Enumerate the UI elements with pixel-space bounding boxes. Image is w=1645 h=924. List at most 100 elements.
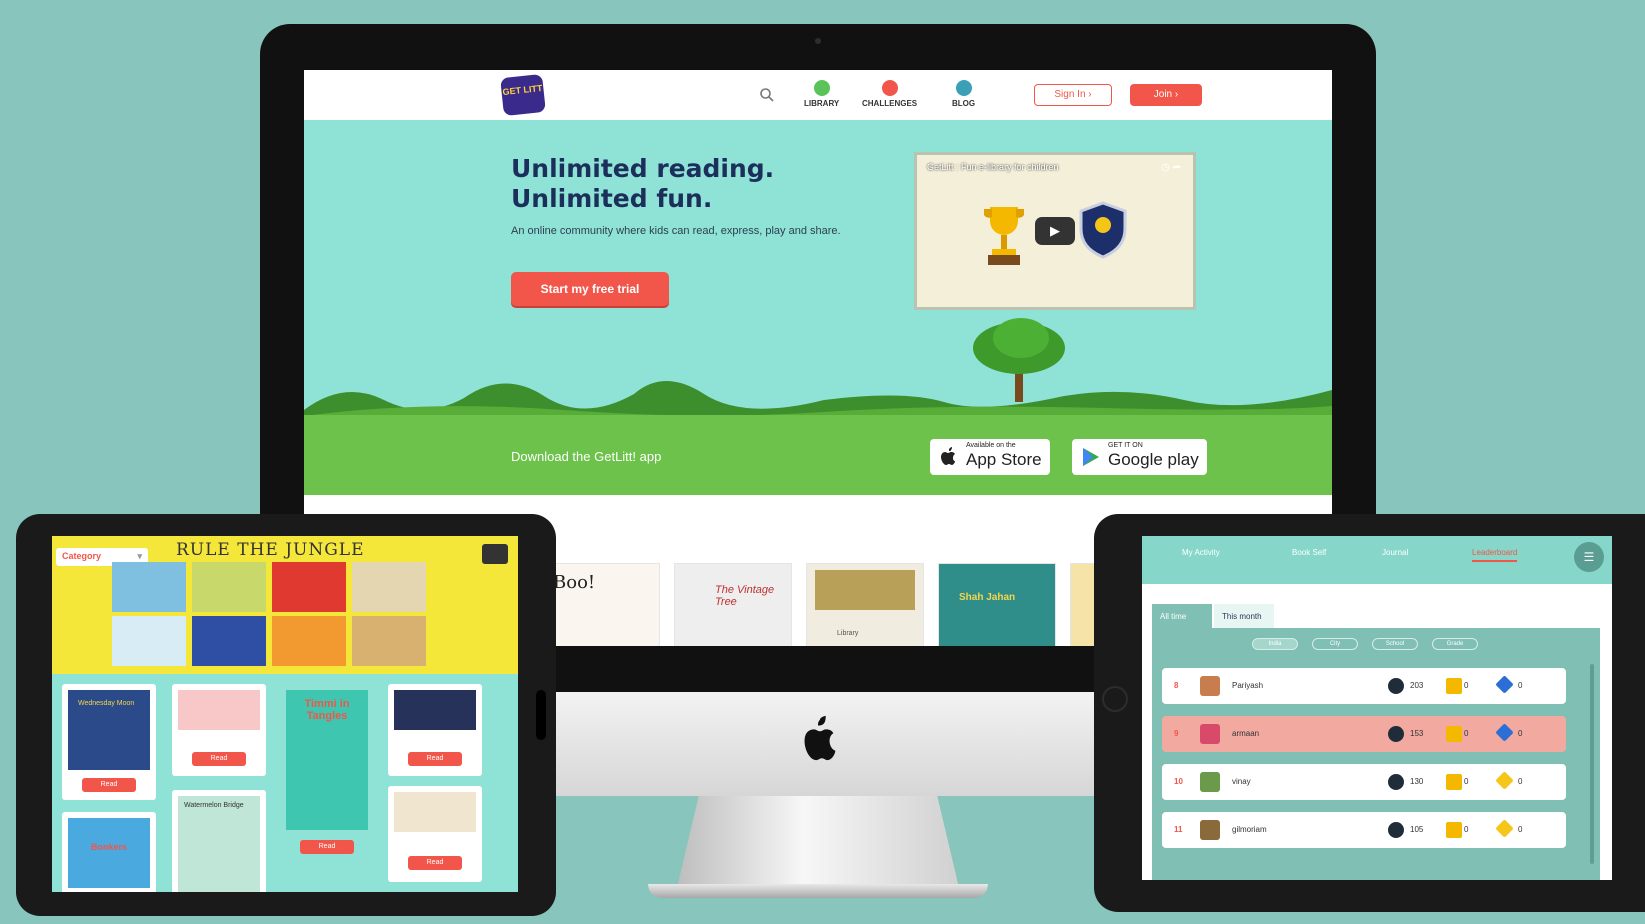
trophy-icon	[984, 207, 1024, 265]
book-cover	[394, 792, 476, 832]
app-store-button[interactable]: Available on the App Store	[930, 439, 1050, 475]
tab-my-activity[interactable]: My Activity	[1182, 548, 1220, 557]
book-card[interactable]: Wednesday Moon Read	[62, 684, 156, 800]
book-card[interactable]: Read	[172, 684, 266, 776]
trophy-icon	[1446, 774, 1462, 790]
book-thumbnail[interactable]	[112, 616, 186, 666]
filter-school[interactable]: School	[1372, 638, 1418, 650]
avatar	[1200, 676, 1220, 696]
gem-icon	[1495, 723, 1514, 742]
points-icon	[1388, 726, 1404, 742]
book-thumbnail[interactable]	[352, 562, 426, 612]
imac-stand	[676, 796, 960, 892]
nav-challenges[interactable]: CHALLENGES	[862, 80, 917, 108]
book-card[interactable]: The Vintage Tree	[674, 563, 792, 646]
avatar	[1200, 724, 1220, 744]
tree-icon	[973, 318, 1065, 402]
book-thumbnail[interactable]	[112, 562, 186, 612]
google-play-icon	[1083, 448, 1099, 466]
book-card[interactable]: Read	[388, 786, 482, 882]
read-button[interactable]: Read	[82, 778, 136, 792]
leaderboard-row[interactable]: 8 Pariyash 203 0 0	[1162, 668, 1566, 704]
tab-leaderboard[interactable]: Leaderboard	[1472, 548, 1518, 562]
book-thumbnail[interactable]	[272, 616, 346, 666]
menu-icon[interactable]: ☰	[1574, 542, 1604, 572]
book-cover	[394, 690, 476, 730]
book-card[interactable]: Boo!	[542, 563, 660, 646]
library-icon	[813, 80, 830, 96]
read-button[interactable]: Read	[408, 752, 462, 766]
points-icon	[1388, 678, 1404, 694]
apple-logo-icon	[804, 715, 836, 761]
scrollbar[interactable]	[1590, 664, 1594, 864]
jungle-banner: Category ▾ RULE THE JUNGLE	[52, 536, 518, 674]
tab-book-self[interactable]: Book Self	[1292, 548, 1326, 557]
points-icon	[1388, 822, 1404, 838]
book-cover	[178, 690, 260, 730]
shield-icon	[1079, 201, 1127, 259]
tab-this-month[interactable]: This month	[1214, 604, 1274, 628]
banner-title: RULE THE JUNGLE	[176, 540, 365, 560]
gem-icon	[1495, 675, 1514, 694]
read-button[interactable]: Read	[192, 752, 246, 766]
free-trial-button[interactable]: Start my free trial	[511, 272, 669, 306]
left-tablet: Category ▾ RULE THE JUNGLE Wednesday Moo…	[16, 514, 556, 916]
book-thumbnail[interactable]	[352, 616, 426, 666]
download-app-text: Download the GetLitt! app	[511, 449, 662, 464]
imac-stand-base	[648, 884, 988, 898]
right-tablet: My Activity Book Self Journal Leaderboar…	[1094, 514, 1645, 912]
landscape-illustration	[304, 381, 1332, 420]
book-card[interactable]: Library	[806, 563, 924, 646]
blog-icon	[955, 80, 972, 96]
search-icon[interactable]	[759, 87, 775, 103]
tab-all-time[interactable]: All time	[1152, 604, 1212, 628]
hero-title: Unlimited reading. Unlimited fun.	[511, 154, 775, 213]
points-icon	[1388, 774, 1404, 790]
leaderboard-row[interactable]: 10 vinay 130 0 0	[1162, 764, 1566, 800]
book-cover	[815, 570, 915, 610]
challenges-icon	[881, 80, 898, 96]
camera	[815, 38, 821, 44]
sign-in-button[interactable]: Sign In ›	[1034, 84, 1112, 106]
book-card[interactable]: Timmi in Tangles Read	[280, 684, 374, 864]
play-icon[interactable]: ▶	[1035, 217, 1075, 245]
tablet-home-button	[536, 690, 546, 740]
nav-library[interactable]: LIBRARY	[804, 80, 839, 108]
trophy-icon	[1446, 726, 1462, 742]
read-button[interactable]: Read	[300, 840, 354, 854]
google-play-button[interactable]: GET IT ON Google play	[1072, 439, 1207, 475]
filter-india[interactable]: India	[1252, 638, 1298, 650]
book-card[interactable]: Read	[388, 684, 482, 776]
leaderboard-panel: All time This month India City School Gr…	[1152, 604, 1600, 880]
gem-icon	[1495, 771, 1514, 790]
nav-blog[interactable]: BLOG	[952, 80, 975, 108]
filter-grade[interactable]: Grade	[1432, 638, 1478, 650]
join-button[interactable]: Join ›	[1130, 84, 1202, 106]
video-controls-icon[interactable]: ◷ ➦	[1161, 162, 1181, 173]
book-thumbnail[interactable]	[192, 616, 266, 666]
video-player[interactable]: GetLitt : Fun e-library for children ◷ ➦…	[914, 152, 1196, 310]
leaderboard-row[interactable]: 11 gilmoriam 105 0 0	[1162, 812, 1566, 848]
book-thumbnail[interactable]	[272, 562, 346, 612]
filter-city[interactable]: City	[1312, 638, 1358, 650]
grid-view-icon[interactable]	[482, 544, 508, 564]
leaderboard-row-current-user[interactable]: 9 armaan 153 0 0	[1162, 716, 1566, 752]
book-thumbnail[interactable]	[192, 562, 266, 612]
book-card[interactable]: Shah Jahan	[938, 563, 1056, 646]
apple-icon	[941, 447, 955, 465]
read-button[interactable]: Read	[408, 856, 462, 870]
book-card[interactable]: Bonkers	[62, 812, 156, 892]
tablet-home-button	[1102, 686, 1128, 712]
video-title: GetLitt : Fun e-library for children	[927, 162, 1059, 172]
site-header: GET LITT LIBRARY CHALLENGES BLOG Sign In…	[304, 70, 1332, 120]
library-screen: Category ▾ RULE THE JUNGLE Wednesday Moo…	[52, 536, 518, 892]
tab-journal[interactable]: Journal	[1382, 548, 1408, 557]
getlitt-logo[interactable]: GET LITT	[500, 73, 546, 117]
book-card[interactable]: Watermelon Bridge	[172, 790, 266, 892]
hero-section: Unlimited reading. Unlimited fun. An onl…	[304, 120, 1332, 420]
hero-subtitle: An online community where kids can read,…	[511, 225, 841, 237]
trophy-icon	[1446, 822, 1462, 838]
gem-icon	[1495, 819, 1514, 838]
avatar	[1200, 820, 1220, 840]
avatar	[1200, 772, 1220, 792]
